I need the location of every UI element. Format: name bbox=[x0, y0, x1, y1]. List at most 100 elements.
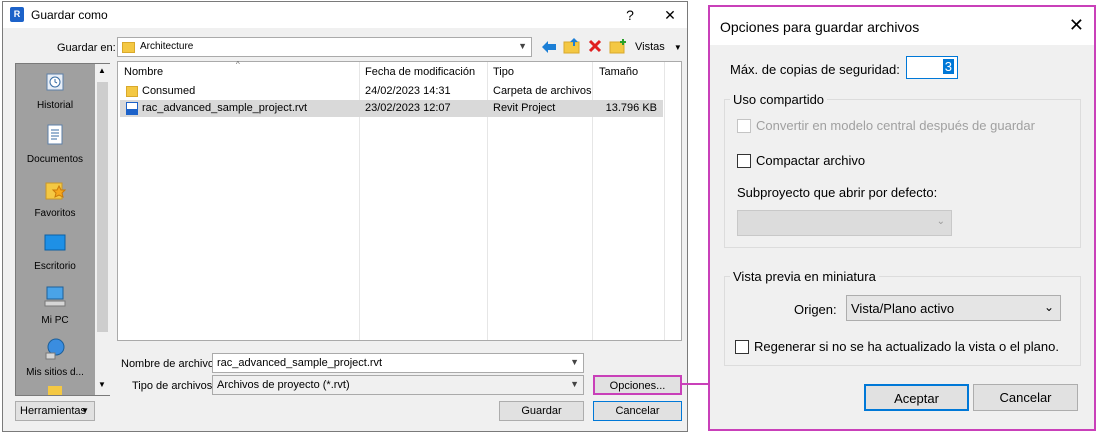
place-history[interactable]: Historial bbox=[16, 70, 94, 111]
title-bar: R Guardar como ? ✕ bbox=[3, 2, 687, 28]
scroll-thumb[interactable] bbox=[97, 82, 108, 332]
place-partial bbox=[16, 386, 94, 395]
make-central-checkbox bbox=[737, 119, 751, 133]
save-in-combo[interactable]: Architecture ▼ bbox=[117, 37, 532, 57]
sort-up-icon: ^ bbox=[236, 60, 240, 69]
file-row-selected[interactable]: rac_advanced_sample_project.rvt 23/02/20… bbox=[120, 100, 663, 117]
source-value: Vista/Plano activo bbox=[851, 301, 955, 316]
compact-file-label[interactable]: Compactar archivo bbox=[756, 153, 865, 168]
place-network[interactable]: Mis sitios d... bbox=[16, 337, 94, 378]
place-label: Mi PC bbox=[41, 315, 69, 326]
source-select[interactable]: Vista/Plano activo ⌄ bbox=[846, 295, 1061, 321]
save-in-value: Architecture bbox=[140, 41, 194, 52]
save-in-label: Guardar en: bbox=[57, 42, 116, 54]
delete-icon[interactable] bbox=[588, 39, 602, 53]
up-folder-icon[interactable] bbox=[563, 38, 581, 54]
documents-icon bbox=[47, 124, 63, 145]
column-divider[interactable] bbox=[664, 62, 665, 340]
make-central-label: Convertir en modelo central después de g… bbox=[756, 118, 1035, 133]
chevron-down-icon: ▼ bbox=[81, 406, 89, 415]
place-label: Favoritos bbox=[34, 208, 76, 219]
column-type[interactable]: Tipo bbox=[493, 66, 514, 78]
max-backups-label: Máx. de copias de seguridad: bbox=[730, 62, 900, 77]
file-modified: 23/02/2023 12:07 bbox=[365, 102, 451, 114]
chevron-down-icon: ▼ bbox=[570, 379, 579, 389]
history-icon bbox=[46, 73, 64, 91]
sharing-group-title: Uso compartido bbox=[730, 92, 828, 107]
file-list: Nombre ^ Fecha de modificación Tipo Tama… bbox=[117, 60, 682, 341]
file-name: rac_advanced_sample_project.rvt bbox=[142, 102, 308, 114]
save-options-dialog: Opciones para guardar archivos ✕ Máx. de… bbox=[708, 5, 1096, 431]
file-name: Consumed bbox=[142, 85, 196, 97]
filename-label: Nombre de archivo: bbox=[121, 358, 217, 370]
window-title: Guardar como bbox=[31, 8, 108, 22]
desktop-icon bbox=[44, 234, 66, 251]
title-bar: Opciones para guardar archivos ✕ bbox=[710, 7, 1094, 45]
chevron-down-icon[interactable]: ▼ bbox=[570, 357, 579, 367]
folder-icon bbox=[126, 86, 138, 97]
column-size[interactable]: Tamaño bbox=[599, 66, 638, 78]
place-label: Historial bbox=[36, 100, 74, 111]
regenerate-label[interactable]: Regenerar si no se ha actualizado la vis… bbox=[754, 339, 1059, 354]
column-name[interactable]: Nombre bbox=[124, 66, 163, 78]
column-modified[interactable]: Fecha de modificación bbox=[365, 66, 475, 78]
place-label: Escritorio bbox=[34, 261, 76, 272]
filetype-select[interactable]: Archivos de proyecto (*.rvt) ▼ bbox=[212, 375, 584, 395]
chevron-down-icon: ▼ bbox=[673, 43, 682, 52]
file-size: 13.796 KB bbox=[605, 102, 657, 114]
back-arrow-icon[interactable] bbox=[541, 40, 557, 54]
cancel-button[interactable]: Cancelar bbox=[973, 384, 1078, 411]
max-backups-input[interactable]: 3 bbox=[906, 56, 958, 79]
tools-label: Herramientas bbox=[20, 405, 87, 417]
chevron-down-icon: ⌄ bbox=[936, 216, 945, 227]
chevron-up-icon[interactable]: ▲ bbox=[98, 66, 106, 75]
folder-icon bbox=[48, 386, 62, 395]
save-as-dialog: R Guardar como ? ✕ Guardar en: Architect… bbox=[2, 1, 688, 432]
file-row-folder[interactable]: Consumed 24/02/2023 14:31 Carpeta de arc… bbox=[120, 83, 663, 100]
file-type: Carpeta de archivos bbox=[493, 85, 592, 97]
views-label: Vistas bbox=[635, 41, 665, 53]
computer-icon bbox=[44, 286, 66, 307]
workset-label: Subproyecto que abrir por defecto: bbox=[737, 185, 938, 200]
cancel-button[interactable]: Cancelar bbox=[593, 401, 682, 421]
chevron-down-icon: ▼ bbox=[518, 41, 527, 51]
dialog-title: Opciones para guardar archivos bbox=[720, 19, 920, 35]
ok-button[interactable]: Aceptar bbox=[864, 384, 969, 411]
close-button[interactable]: ✕ bbox=[655, 4, 685, 26]
filename-value: rac_advanced_sample_project.rvt bbox=[217, 357, 383, 369]
file-modified: 24/02/2023 14:31 bbox=[365, 85, 451, 97]
thumbnail-group-title: Vista previa en miniatura bbox=[730, 269, 879, 284]
callout-connector bbox=[680, 383, 709, 385]
place-desktop[interactable]: Escritorio bbox=[16, 231, 94, 272]
new-folder-icon[interactable] bbox=[609, 38, 627, 54]
chevron-down-icon: ⌄ bbox=[1043, 300, 1054, 314]
place-label: Mis sitios d... bbox=[26, 367, 84, 378]
revit-app-icon: R bbox=[10, 7, 24, 22]
place-documents[interactable]: Documentos bbox=[16, 124, 94, 165]
options-button[interactable]: Opciones... bbox=[593, 375, 682, 395]
source-label: Origen: bbox=[794, 302, 837, 317]
save-button[interactable]: Guardar bbox=[499, 401, 584, 421]
network-icon bbox=[45, 338, 65, 360]
help-button[interactable]: ? bbox=[615, 4, 645, 26]
max-backups-value: 3 bbox=[942, 59, 954, 74]
regenerate-checkbox[interactable] bbox=[735, 340, 749, 354]
tools-menu-button[interactable]: Herramientas ▼ bbox=[15, 401, 95, 421]
views-menu[interactable]: Vistas ▼ bbox=[635, 41, 682, 53]
close-button[interactable]: ✕ bbox=[1069, 15, 1084, 36]
place-computer[interactable]: Mi PC bbox=[16, 285, 94, 326]
revit-file-icon bbox=[126, 102, 138, 115]
compact-file-checkbox[interactable] bbox=[737, 154, 751, 168]
chevron-down-icon[interactable]: ▼ bbox=[98, 380, 106, 389]
places-bar: Historial Documentos Favoritos Escritori… bbox=[15, 63, 110, 396]
filename-input[interactable]: rac_advanced_sample_project.rvt ▼ bbox=[212, 353, 584, 373]
workset-select: ⌄ bbox=[737, 210, 952, 236]
place-label: Documentos bbox=[26, 154, 84, 165]
file-type: Revit Project bbox=[493, 102, 556, 114]
filetype-label: Tipo de archivos: bbox=[132, 380, 216, 392]
favorites-icon bbox=[45, 182, 67, 200]
places-scrollbar[interactable]: ▲ ▼ bbox=[95, 64, 110, 395]
filetype-value: Archivos de proyecto (*.rvt) bbox=[217, 379, 350, 391]
folder-icon bbox=[122, 42, 135, 53]
place-favorites[interactable]: Favoritos bbox=[16, 178, 94, 219]
